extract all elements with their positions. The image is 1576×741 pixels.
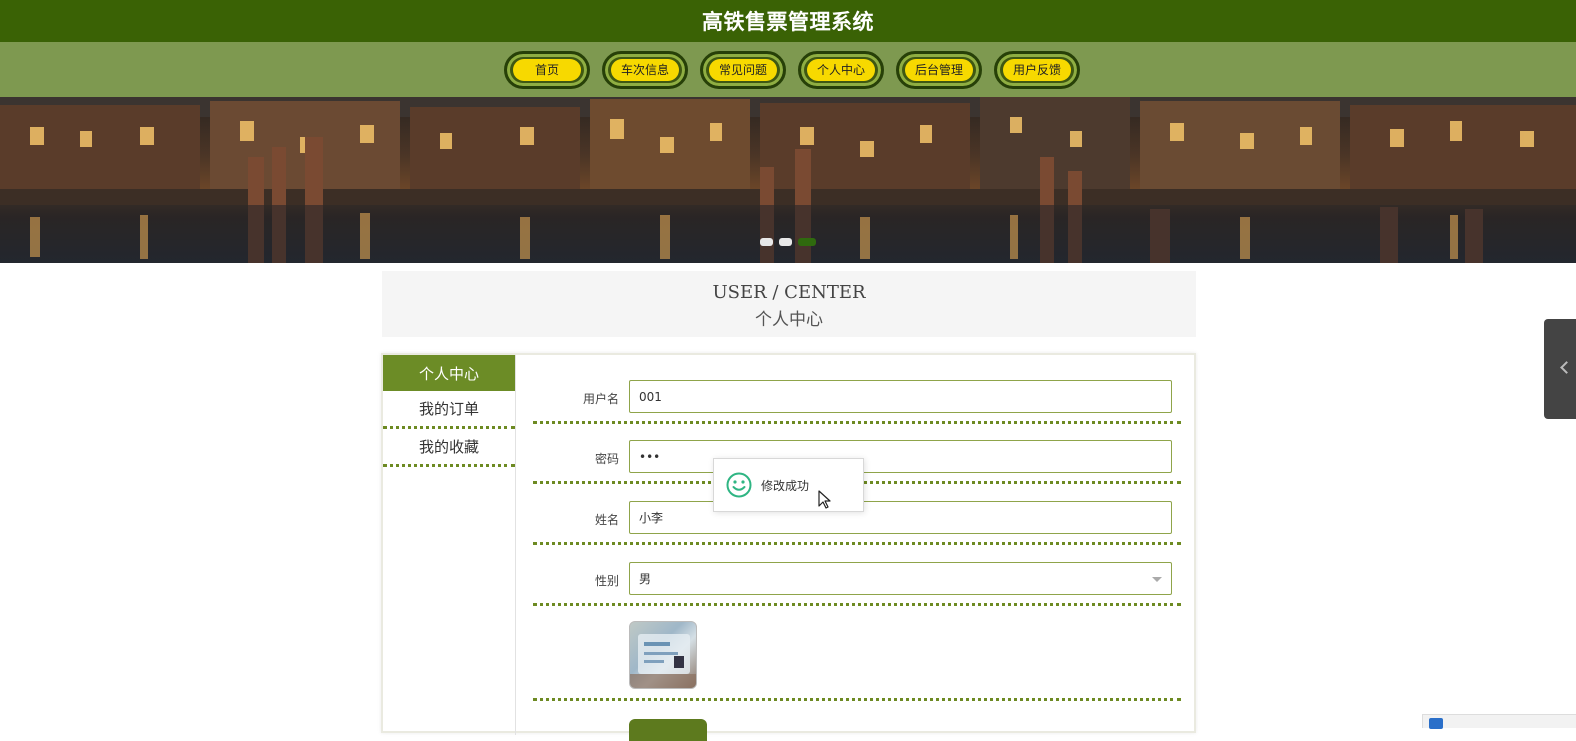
nav-item-label: 后台管理 xyxy=(905,58,973,81)
user-center-panel: 个人中心 我的订单 我的收藏 用户名 001 密码 ••• 姓名 小李 性别 男 xyxy=(381,353,1196,741)
username-field[interactable]: 001 xyxy=(629,380,1172,413)
corner-toolbar[interactable] xyxy=(1422,714,1576,729)
sidebar-menu: 个人中心 我的订单 我的收藏 xyxy=(383,355,516,735)
app-icon xyxy=(1429,718,1443,729)
carousel-dot-3[interactable] xyxy=(798,238,816,246)
side-drawer-toggle[interactable] xyxy=(1544,319,1576,419)
toast-text: 修改成功 xyxy=(761,478,810,493)
username-label: 用户名 xyxy=(582,392,619,406)
avatar-thumbnail xyxy=(630,634,696,688)
nav-item-home[interactable]: 首页 xyxy=(504,50,590,89)
form-row-username: 用户名 001 xyxy=(533,355,1181,424)
password-label: 密码 xyxy=(594,452,619,466)
nav-item-label: 用户反馈 xyxy=(1003,58,1071,81)
nav-item-label: 车次信息 xyxy=(611,58,679,81)
site-title: 高铁售票管理系统 xyxy=(702,10,874,34)
form-row-avatar xyxy=(533,606,1181,701)
gender-select[interactable]: 男 xyxy=(629,562,1172,595)
main-nav: 首页 车次信息 常见问题 个人中心 后台管理 用户反馈 xyxy=(0,42,1576,97)
toast-message: 修改成功 xyxy=(713,458,864,512)
sidebar-item-my-favorites[interactable]: 我的收藏 xyxy=(383,429,515,467)
nav-item-admin[interactable]: 后台管理 xyxy=(896,50,982,89)
section-title-en: USER / CENTER xyxy=(712,282,866,303)
nav-item-train-info[interactable]: 车次信息 xyxy=(602,50,688,89)
password-field[interactable]: ••• xyxy=(629,440,1172,473)
nav-item-label: 首页 xyxy=(513,58,581,81)
carousel-dot-1[interactable] xyxy=(760,238,773,246)
nav-item-user-center[interactable]: 个人中心 xyxy=(798,50,884,89)
carousel-indicators xyxy=(760,238,816,246)
mouse-cursor-icon xyxy=(818,490,831,509)
sidebar-item-user-center[interactable]: 个人中心 xyxy=(383,355,515,391)
name-field[interactable]: 小李 xyxy=(629,501,1172,534)
top-header: 高铁售票管理系统 xyxy=(0,0,1576,42)
gender-label: 性别 xyxy=(594,574,619,588)
smile-icon xyxy=(726,472,752,498)
avatar-image[interactable] xyxy=(629,621,697,689)
nav-item-feedback[interactable]: 用户反馈 xyxy=(994,50,1080,89)
section-heading: USER / CENTER 个人中心 xyxy=(382,271,1196,337)
name-label: 姓名 xyxy=(594,513,619,527)
sidebar-item-my-orders[interactable]: 我的订单 xyxy=(383,391,515,429)
section-title-cn: 个人中心 xyxy=(755,310,823,330)
nav-item-faq[interactable]: 常见问题 xyxy=(700,50,786,89)
form-row-gender: 性别 男 xyxy=(533,545,1181,606)
carousel-dot-2[interactable] xyxy=(779,238,792,246)
nav-item-label: 个人中心 xyxy=(807,58,875,81)
submit-button[interactable] xyxy=(629,719,707,741)
chevron-left-icon xyxy=(1560,361,1573,374)
nav-item-label: 常见问题 xyxy=(709,58,777,81)
